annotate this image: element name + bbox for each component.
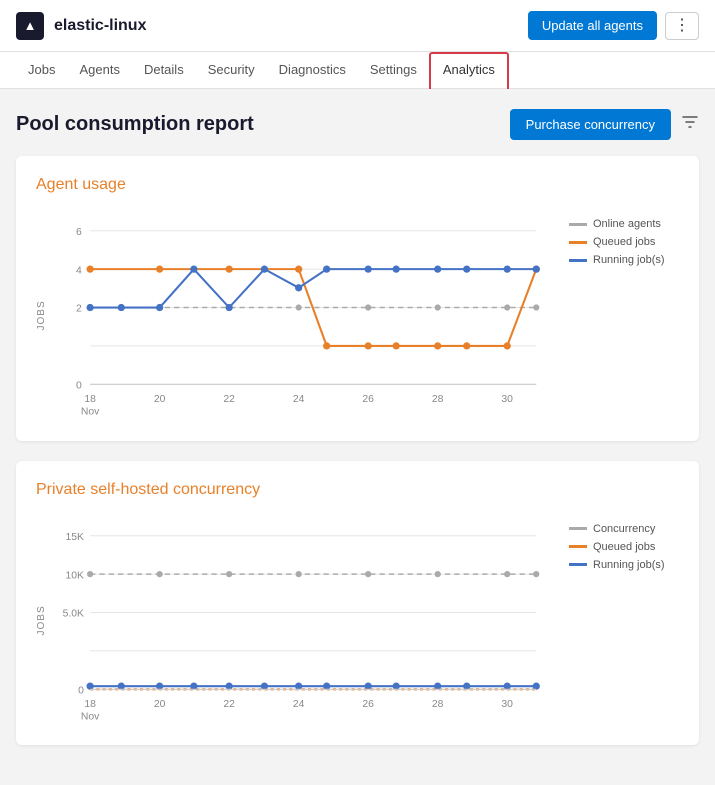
tab-agents[interactable]: Agents xyxy=(67,52,131,89)
svg-text:24: 24 xyxy=(293,698,305,709)
top-bar-left: ▲ elastic-linux xyxy=(16,12,146,40)
filter-icon[interactable] xyxy=(681,113,699,136)
agent-usage-y-axis: JOBS xyxy=(36,210,47,421)
legend-concurrency-label: Concurrency xyxy=(593,523,655,535)
svg-text:Nov: Nov xyxy=(81,406,100,417)
concurrency-card: Private self-hosted concurrency JOBS 15K… xyxy=(16,461,699,746)
svg-text:0: 0 xyxy=(78,685,84,696)
svg-text:5.0K: 5.0K xyxy=(63,608,84,619)
tab-details[interactable]: Details xyxy=(132,52,196,89)
legend-online-label: Online agents xyxy=(593,218,661,230)
svg-text:20: 20 xyxy=(154,698,166,709)
svg-text:30: 30 xyxy=(501,394,513,405)
tab-jobs[interactable]: Jobs xyxy=(16,52,67,89)
svg-text:24: 24 xyxy=(293,394,305,405)
concurrency-legend: Concurrency Queued jobs Running job(s) xyxy=(569,515,679,726)
legend-concurrency-queued: Queued jobs xyxy=(569,541,679,553)
svg-text:4: 4 xyxy=(76,265,82,276)
tab-analytics[interactable]: Analytics xyxy=(429,52,509,89)
svg-text:2: 2 xyxy=(76,304,82,315)
agent-usage-legend: Online agents Queued jobs Running job(s) xyxy=(569,210,679,421)
page-header: Pool consumption report Purchase concurr… xyxy=(16,109,699,140)
header-actions: Purchase concurrency xyxy=(510,109,699,140)
svg-text:22: 22 xyxy=(223,394,235,405)
legend-online-agents: Online agents xyxy=(569,218,679,230)
svg-text:20: 20 xyxy=(154,394,166,405)
tab-settings[interactable]: Settings xyxy=(358,52,429,89)
page-content: Pool consumption report Purchase concurr… xyxy=(0,89,715,785)
legend-queued-jobs: Queued jobs xyxy=(569,236,679,248)
legend-concurrency: Concurrency xyxy=(569,523,679,535)
svg-text:Nov: Nov xyxy=(81,711,100,722)
legend-concurrency-queued-color xyxy=(569,545,587,548)
svg-text:28: 28 xyxy=(432,698,444,709)
concurrency-chart-area: JOBS 15K 10K 5.0K 0 xyxy=(36,515,679,726)
update-all-agents-button[interactable]: Update all agents xyxy=(528,11,657,40)
top-bar: ▲ elastic-linux Update all agents ⋮ xyxy=(0,0,715,52)
legend-queued-color xyxy=(569,241,587,244)
tab-security[interactable]: Security xyxy=(196,52,267,89)
logo-icon: ▲ xyxy=(16,12,44,40)
agent-usage-chart: 6 4 2 0 xyxy=(59,210,557,421)
legend-concurrency-queued-label: Queued jobs xyxy=(593,541,655,553)
legend-queued-label: Queued jobs xyxy=(593,236,655,248)
svg-text:18: 18 xyxy=(84,394,96,405)
agent-usage-chart-area: JOBS 6 4 2 0 xyxy=(36,210,679,421)
legend-concurrency-running-color xyxy=(569,563,587,566)
page-title: Pool consumption report xyxy=(16,113,254,136)
concurrency-chart: 15K 10K 5.0K 0 xyxy=(59,515,557,726)
legend-running-label: Running job(s) xyxy=(593,254,665,266)
agent-usage-card: Agent usage JOBS 6 4 2 0 xyxy=(16,156,699,441)
svg-text:26: 26 xyxy=(362,394,374,405)
concurrency-svg: 15K 10K 5.0K 0 xyxy=(59,515,557,723)
svg-text:26: 26 xyxy=(362,698,374,709)
svg-text:18: 18 xyxy=(84,698,96,709)
legend-concurrency-running: Running job(s) xyxy=(569,559,679,571)
legend-concurrency-running-label: Running job(s) xyxy=(593,559,665,571)
svg-text:10K: 10K xyxy=(65,570,84,581)
agent-usage-title: Agent usage xyxy=(36,176,679,194)
svg-text:6: 6 xyxy=(76,227,82,238)
svg-text:15K: 15K xyxy=(65,531,84,542)
purchase-concurrency-button[interactable]: Purchase concurrency xyxy=(510,109,671,140)
svg-text:0: 0 xyxy=(76,380,82,391)
svg-text:22: 22 xyxy=(223,698,235,709)
legend-concurrency-color xyxy=(569,527,587,530)
legend-running-color xyxy=(569,259,587,262)
app-title: elastic-linux xyxy=(54,17,146,35)
top-bar-right: Update all agents ⋮ xyxy=(528,11,699,40)
nav-tabs: Jobs Agents Details Security Diagnostics… xyxy=(0,52,715,89)
legend-online-color xyxy=(569,223,587,226)
svg-text:28: 28 xyxy=(432,394,444,405)
svg-text:30: 30 xyxy=(501,698,513,709)
agent-usage-svg: 6 4 2 0 xyxy=(59,210,557,418)
concurrency-title: Private self-hosted concurrency xyxy=(36,481,679,499)
more-options-button[interactable]: ⋮ xyxy=(665,12,699,40)
legend-running-jobs: Running job(s) xyxy=(569,254,679,266)
tab-diagnostics[interactable]: Diagnostics xyxy=(267,52,358,89)
concurrency-y-axis: JOBS xyxy=(36,515,47,726)
